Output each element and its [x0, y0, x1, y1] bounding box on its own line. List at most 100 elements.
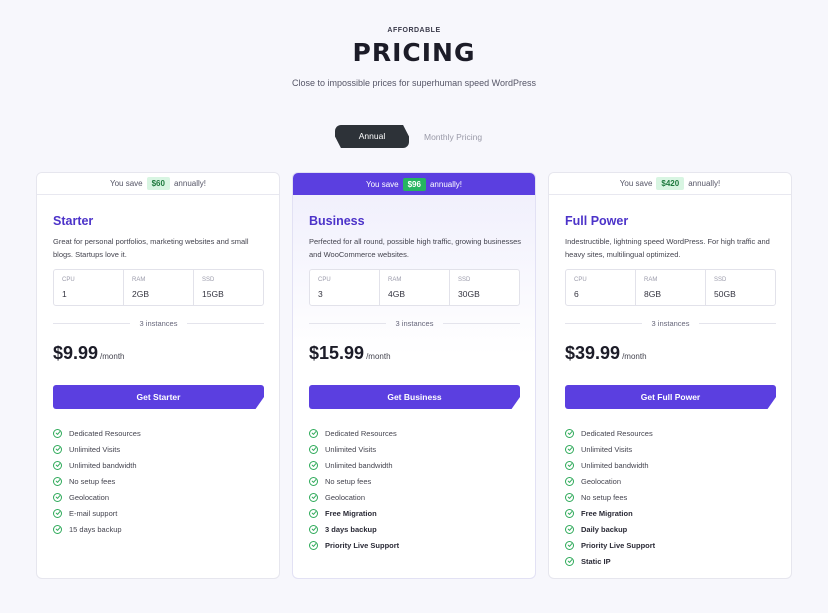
check-circle-icon — [309, 476, 318, 486]
feature-label: Geolocation — [325, 492, 366, 502]
feature-item: Static IP — [565, 553, 655, 569]
spec-value: 30GB — [458, 289, 480, 299]
savings-prefix: You save — [365, 179, 399, 189]
monthly-pricing-tab[interactable]: Monthly Pricing — [424, 132, 482, 142]
savings-suffix: annually! — [173, 179, 206, 188]
feature-label: Geolocation — [581, 476, 622, 486]
spec-ram: RAM 2GB — [124, 270, 194, 305]
spec-value: 1 — [62, 289, 67, 299]
check-circle-icon — [309, 428, 318, 438]
feature-list: Dedicated Resources Unlimited Visits Unlim… — [309, 425, 399, 553]
savings-banner: You save $60 annually! — [37, 173, 279, 195]
savings-prefix: You save — [619, 179, 653, 188]
plan-price: $9.99 — [53, 343, 99, 363]
feature-label: No setup fees — [325, 476, 372, 486]
check-circle-icon — [53, 444, 62, 454]
plan-description: Perfected for all round, possible high t… — [309, 237, 522, 259]
spec-ssd: SSD 30GB — [450, 270, 519, 305]
get-full-power-button[interactable]: Get Full Power — [565, 385, 776, 409]
savings-amount: $96 — [402, 177, 426, 191]
feature-item: No setup fees — [53, 473, 141, 489]
savings-banner: You save $420 annually! — [549, 173, 791, 195]
plan-description: Great for personal portfolios, marketing… — [53, 237, 249, 259]
instances-label: 3 instances — [651, 319, 690, 328]
spec-label: RAM — [132, 277, 146, 283]
spec-cpu: CPU 1 — [54, 270, 124, 305]
spec-label: SSD — [458, 277, 471, 283]
page-subtitle: Close to impossible prices for superhuma… — [292, 78, 536, 88]
feature-label: Geolocation — [69, 492, 110, 502]
feature-label: Free Migration — [581, 508, 633, 518]
feature-item: Free Migration — [309, 505, 399, 521]
annual-pricing-tab[interactable]: Annual Pricing — [335, 125, 409, 148]
spec-label: RAM — [388, 277, 402, 283]
spec-ram: RAM 4GB — [380, 270, 450, 305]
feature-item: No setup fees — [565, 489, 655, 505]
feature-item: Unlimited bandwidth — [565, 457, 655, 473]
feature-item: Daily backup — [565, 521, 655, 537]
feature-label: Dedicated Resources — [69, 428, 141, 438]
feature-label: Unlimited Visits — [69, 444, 121, 454]
check-circle-icon — [565, 556, 574, 566]
plan-card-full-power: You save $420 annually! Full Power Indes… — [548, 172, 792, 579]
plan-card-business: You save $96 annually! Business Perfecte… — [292, 172, 536, 579]
check-circle-icon — [53, 508, 62, 518]
feature-item: Geolocation — [565, 473, 655, 489]
savings-suffix: annually! — [688, 179, 721, 188]
plan-specs: CPU 1 RAM 2GB SSD 15GB — [53, 269, 264, 306]
savings-suffix: annually! — [429, 179, 462, 189]
check-circle-icon — [53, 428, 62, 438]
check-circle-icon — [53, 492, 62, 502]
check-circle-icon — [565, 428, 574, 438]
get-starter-button[interactable]: Get Starter — [53, 385, 264, 409]
feature-label: 15 days backup — [69, 524, 122, 534]
section-eyebrow: AFFORDABLE — [387, 27, 441, 34]
spec-value: 15GB — [202, 289, 224, 299]
spec-value: 4GB — [388, 289, 406, 299]
feature-label: Priority Live Support — [581, 540, 656, 550]
feature-label: Unlimited bandwidth — [581, 460, 649, 470]
savings-banner: You save $96 annually! — [293, 173, 535, 195]
feature-item: Unlimited bandwidth — [309, 457, 399, 473]
feature-item: Priority Live Support — [309, 537, 399, 553]
feature-label: No setup fees — [581, 492, 628, 502]
check-circle-icon — [565, 508, 574, 518]
feature-item: Priority Live Support — [565, 537, 655, 553]
feature-label: Priority Live Support — [325, 540, 400, 550]
savings-amount: $60 — [146, 177, 170, 190]
feature-item: Unlimited Visits — [53, 441, 141, 457]
spec-label: CPU — [318, 277, 331, 283]
feature-item: Geolocation — [309, 489, 399, 505]
check-circle-icon — [565, 460, 574, 470]
check-circle-icon — [565, 476, 574, 486]
feature-item: 15 days backup — [53, 521, 141, 537]
feature-item: Free Migration — [565, 505, 655, 521]
feature-label: Static IP — [581, 556, 611, 566]
price-row: $15.99 /month — [309, 343, 391, 364]
instances-label: 3 instances — [139, 319, 178, 328]
feature-list: Dedicated Resources Unlimited Visits Unlim… — [565, 425, 655, 569]
check-circle-icon — [53, 476, 62, 486]
spec-ssd: SSD 15GB — [194, 270, 263, 305]
feature-list: Dedicated Resources Unlimited Visits Unlim… — [53, 425, 141, 537]
feature-item: Dedicated Resources — [309, 425, 399, 441]
spec-cpu: CPU 6 — [566, 270, 636, 305]
plan-description: Indestructible, lightning speed WordPres… — [565, 237, 770, 259]
check-circle-icon — [309, 460, 318, 470]
plan-specs: CPU 6 RAM 8GB SSD 50GB — [565, 269, 776, 306]
feature-label: Unlimited Visits — [581, 444, 633, 454]
check-circle-icon — [565, 444, 574, 454]
plan-name: Full Power — [565, 214, 629, 228]
spec-label: SSD — [202, 277, 215, 283]
feature-label: Daily backup — [581, 524, 628, 534]
savings-prefix: You save — [109, 179, 143, 188]
get-business-button[interactable]: Get Business — [309, 385, 520, 409]
feature-item: 3 days backup — [309, 521, 399, 537]
spec-ram: RAM 8GB — [636, 270, 706, 305]
price-period: /month — [622, 352, 647, 361]
feature-label: 3 days backup — [325, 524, 377, 534]
spec-value: 50GB — [714, 289, 736, 299]
check-circle-icon — [309, 540, 318, 550]
page-title: PRICING — [352, 38, 476, 67]
feature-label: E-mail support — [69, 508, 118, 518]
